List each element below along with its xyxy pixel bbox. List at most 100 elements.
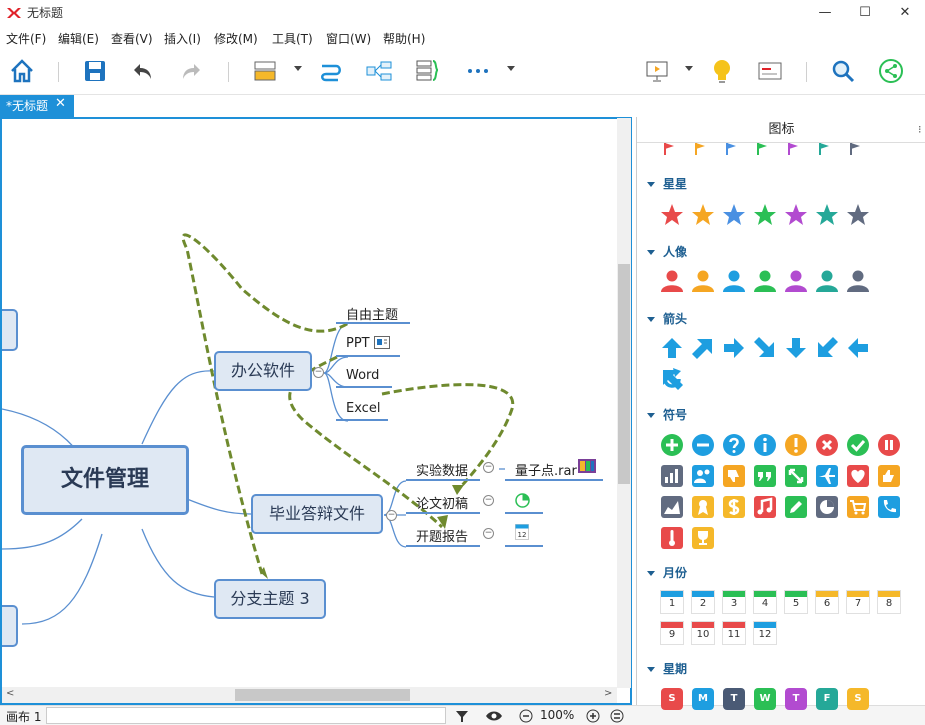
flag-icon[interactable] — [815, 143, 839, 167]
cross-icon[interactable] — [815, 433, 839, 457]
expand-icon[interactable] — [784, 464, 808, 488]
pie-chart-icon[interactable] — [815, 495, 839, 519]
partial-topic-left-bottom[interactable] — [2, 605, 18, 647]
tab-close-icon[interactable]: ✕ — [55, 96, 66, 111]
menu-window[interactable]: 窗口(W) — [326, 30, 371, 47]
arrow-down-right-icon[interactable] — [753, 336, 777, 360]
month-calendar-icon[interactable]: 7 — [846, 590, 870, 614]
quote-icon[interactable] — [753, 464, 777, 488]
weekday-icon[interactable]: M — [692, 688, 714, 710]
minus-icon[interactable] — [691, 433, 715, 457]
subtopic-free[interactable]: 自由主题 — [346, 304, 398, 323]
boundary-button[interactable] — [364, 56, 394, 86]
star-icon[interactable] — [691, 203, 715, 227]
subtopic-draft-paper[interactable]: 论文初稿 — [416, 493, 468, 512]
question-icon[interactable] — [722, 433, 746, 457]
save-button[interactable] — [80, 56, 110, 86]
arrow-right-icon[interactable] — [722, 336, 746, 360]
award-icon[interactable] — [691, 495, 715, 519]
check-icon[interactable] — [846, 433, 870, 457]
section-arrows-title[interactable]: 箭头 — [647, 310, 687, 327]
person-icon[interactable] — [691, 269, 715, 293]
subtopic-excel[interactable]: Excel — [346, 401, 380, 416]
person-icon[interactable] — [660, 269, 684, 293]
section-people-title[interactable]: 人像 — [647, 243, 687, 260]
phone-icon[interactable] — [877, 495, 901, 519]
subtopic-experiment-data[interactable]: 实验数据 — [416, 460, 468, 479]
branch-topic-3[interactable]: 分支主题 3 — [214, 579, 326, 619]
section-months-title[interactable]: 月份 — [647, 564, 687, 581]
shopping-cart-icon[interactable] — [846, 495, 870, 519]
weekday-icon[interactable]: F — [816, 688, 838, 710]
flag-icon[interactable] — [691, 143, 715, 167]
airplane-icon[interactable] — [815, 464, 839, 488]
mindmap-canvas[interactable]: 文件管理 办公软件 − 毕业答辩文件 − 分支主题 3 自由主题 PPT Wor… — [0, 117, 632, 705]
search-button[interactable] — [828, 56, 858, 86]
menu-file[interactable]: 文件(F) — [6, 30, 46, 47]
fit-view-icon[interactable] — [610, 709, 624, 723]
close-button[interactable]: ✕ — [885, 0, 925, 26]
trophy-icon[interactable] — [691, 526, 715, 550]
presentation-dropdown-icon[interactable] — [685, 66, 693, 71]
team-icon[interactable] — [691, 464, 715, 488]
arrow-left-icon[interactable] — [846, 336, 870, 360]
arrow-down-icon[interactable] — [784, 336, 808, 360]
thumbs-up-icon[interactable] — [877, 464, 901, 488]
section-symbols-title[interactable]: 符号 — [647, 406, 687, 423]
branch-office-software[interactable]: 办公软件 — [214, 351, 312, 391]
weekday-icon[interactable]: W — [754, 688, 776, 710]
topic-style-button[interactable] — [250, 56, 280, 86]
canvas-sheet-tab[interactable]: 画布 1 — [6, 708, 41, 725]
person-icon[interactable] — [784, 269, 808, 293]
menu-tools[interactable]: 工具(T) — [272, 30, 313, 47]
flag-icon[interactable] — [846, 143, 870, 167]
menu-modify[interactable]: 修改(M) — [214, 30, 258, 47]
maximize-button[interactable]: ☐ — [845, 0, 885, 26]
month-calendar-icon[interactable]: 12 — [753, 621, 777, 645]
star-icon[interactable] — [846, 203, 870, 227]
attachment-label[interactable]: 量子点.rar — [515, 460, 577, 479]
month-calendar-icon[interactable]: 3 — [722, 590, 746, 614]
partial-topic-left-top[interactable] — [2, 309, 18, 351]
filter-icon[interactable] — [455, 709, 469, 723]
share-button[interactable] — [876, 56, 906, 86]
dollar-icon[interactable] — [722, 495, 746, 519]
arrow-up-right-icon[interactable] — [691, 336, 715, 360]
document-tab[interactable]: *无标题 ✕ — [0, 95, 74, 117]
collapse-toggle[interactable]: − — [483, 462, 494, 473]
pencil-icon[interactable] — [784, 495, 808, 519]
person-icon[interactable] — [722, 269, 746, 293]
scroll-left-icon[interactable]: < — [6, 688, 14, 699]
area-chart-icon[interactable] — [660, 495, 684, 519]
presentation-button[interactable] — [642, 56, 672, 86]
exclamation-icon[interactable] — [784, 433, 808, 457]
month-calendar-icon[interactable]: 11 — [722, 621, 746, 645]
thumbs-down-icon[interactable] — [722, 464, 746, 488]
flag-icon[interactable] — [722, 143, 746, 167]
month-calendar-icon[interactable]: 4 — [753, 590, 777, 614]
star-icon[interactable] — [784, 203, 808, 227]
zoom-out-icon[interactable] — [519, 709, 533, 723]
star-icon[interactable] — [815, 203, 839, 227]
info-icon[interactable] — [753, 433, 777, 457]
topic-style-dropdown-icon[interactable] — [294, 66, 302, 71]
panel-pin-icon[interactable]: ⁝ — [918, 123, 922, 136]
central-topic[interactable]: 文件管理 — [21, 445, 189, 515]
collapse-toggle[interactable]: − — [313, 367, 324, 378]
month-calendar-icon[interactable]: 5 — [784, 590, 808, 614]
more-dropdown-icon[interactable] — [507, 66, 515, 71]
subtopic-word[interactable]: Word — [346, 368, 379, 383]
subtopic-ppt[interactable]: PPT — [346, 336, 370, 351]
relationship-button[interactable] — [316, 56, 346, 86]
weekday-icon[interactable]: S — [661, 688, 683, 710]
plus-icon[interactable] — [660, 433, 684, 457]
heart-icon[interactable] — [846, 464, 870, 488]
star-icon[interactable] — [660, 203, 684, 227]
note-button[interactable] — [755, 56, 785, 86]
vertical-scroll-thumb[interactable] — [618, 264, 630, 484]
menu-view[interactable]: 查看(V) — [111, 30, 153, 47]
vertical-scrollbar[interactable] — [617, 118, 631, 688]
person-icon[interactable] — [846, 269, 870, 293]
summary-button[interactable] — [412, 56, 442, 86]
star-icon[interactable] — [722, 203, 746, 227]
